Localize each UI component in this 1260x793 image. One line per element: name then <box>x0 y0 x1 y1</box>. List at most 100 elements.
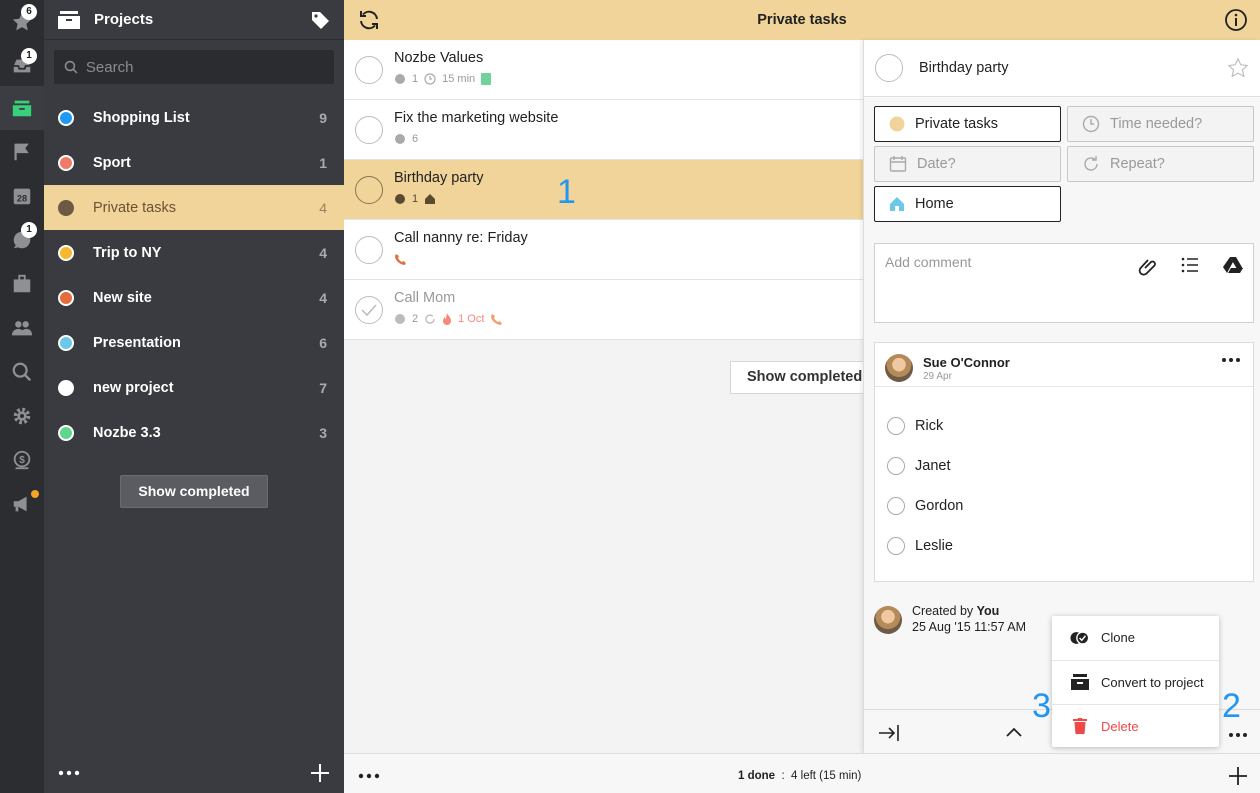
comment-author-row: Sue O'Connor 29 Apr <box>875 343 1253 387</box>
comment-count: 6 <box>412 133 419 145</box>
repeat-icon <box>425 314 435 324</box>
project-item[interactable]: Presentation 6 <box>44 320 344 365</box>
search-box[interactable] <box>54 50 334 84</box>
projects-box-icon <box>58 10 80 29</box>
sidebar-show-completed-button[interactable]: Show completed <box>120 475 268 508</box>
project-item[interactable]: Sport 1 <box>44 140 344 185</box>
project-dot-icon <box>889 116 905 132</box>
task-row[interactable]: Call nanny re: Friday <box>344 220 863 280</box>
search-input[interactable] <box>85 58 324 76</box>
more-icon[interactable] <box>58 770 80 776</box>
project-item[interactable]: Trip to NY 4 <box>44 230 344 275</box>
rail-team[interactable] <box>0 306 44 350</box>
chevron-up-icon[interactable] <box>1005 726 1023 738</box>
detail-task-title[interactable]: Birthday party <box>919 60 1008 76</box>
rail-comments[interactable]: 1 <box>0 218 44 262</box>
context-button[interactable]: Home <box>874 186 1061 222</box>
task-row[interactable]: Fix the marketing website 6 <box>344 100 863 160</box>
checklist-checkbox[interactable] <box>887 537 905 555</box>
task-row-completed[interactable]: Call Mom 2 1 Oct <box>344 280 863 340</box>
project-item[interactable]: new project 7 <box>44 365 344 410</box>
task-meta: 2 1 Oct <box>394 313 508 325</box>
project-item[interactable]: Nozbe 3.3 3 <box>44 410 344 455</box>
svg-text:$: $ <box>19 455 25 466</box>
project-field-button[interactable]: Private tasks <box>874 106 1061 142</box>
convert-to-project-menu-item[interactable]: Convert to project <box>1052 660 1219 703</box>
clone-icon <box>1070 630 1090 645</box>
repeat-button[interactable]: Repeat? <box>1067 146 1254 182</box>
star-icon[interactable] <box>1227 57 1249 79</box>
checklist-item[interactable]: Leslie <box>887 534 953 558</box>
project-name: Shopping List <box>93 109 190 126</box>
checklist-item[interactable]: Rick <box>887 414 943 438</box>
tag-icon[interactable] <box>310 10 330 30</box>
task-checkbox[interactable] <box>355 56 383 84</box>
add-task-icon[interactable] <box>1228 766 1248 786</box>
task-checkbox-checked[interactable] <box>355 296 383 324</box>
clone-menu-item[interactable]: Clone <box>1052 616 1219 659</box>
task-checkbox[interactable] <box>355 236 383 264</box>
checklist-item[interactable]: Janet <box>887 454 950 478</box>
top-bar: Private tasks <box>344 0 1260 40</box>
google-drive-icon[interactable] <box>1223 256 1243 274</box>
attachment-icon[interactable] <box>1137 256 1157 276</box>
add-comment-box[interactable]: Add comment <box>874 243 1254 323</box>
checklist-checkbox[interactable] <box>887 457 905 475</box>
project-item-active[interactable]: Private tasks 4 <box>44 185 344 230</box>
sync-icon[interactable] <box>357 8 381 32</box>
checklist-checkbox[interactable] <box>887 417 905 435</box>
rail-calendar[interactable]: 28 <box>0 174 44 218</box>
rail-starred[interactable]: 6 <box>0 0 44 44</box>
checklist-item-label: Rick <box>915 418 944 434</box>
project-name: Private tasks <box>93 199 176 216</box>
task-meta <box>394 253 412 265</box>
rail-contexts[interactable] <box>0 262 44 306</box>
collapse-panel-icon[interactable] <box>878 724 900 742</box>
phone-icon <box>395 254 406 265</box>
comment-author: Sue O'Connor <box>923 355 1010 370</box>
checklist-icon[interactable] <box>1181 256 1199 274</box>
checklist-item[interactable]: Gordon <box>887 494 963 518</box>
project-count: 9 <box>319 109 327 126</box>
rail-priority[interactable] <box>0 130 44 174</box>
annotation-label-3: 3 <box>1032 687 1051 725</box>
date-button[interactable]: Date? <box>874 146 1061 182</box>
comment-icon <box>395 194 405 204</box>
avatar <box>874 606 902 634</box>
rail-projects[interactable] <box>0 86 44 130</box>
delete-menu-item[interactable]: Delete <box>1052 704 1219 747</box>
sidebar-footer <box>44 753 344 793</box>
rail-billing[interactable]: $ <box>0 438 44 482</box>
task-status-summary: 1 done : 4 left (15 min) <box>738 770 861 782</box>
more-icon[interactable] <box>1221 357 1241 363</box>
task-row[interactable]: Nozbe Values 1 15 min <box>344 40 863 100</box>
info-icon[interactable] <box>1224 8 1248 32</box>
show-completed-button[interactable]: Show completed <box>730 361 870 394</box>
task-checkbox[interactable] <box>355 116 383 144</box>
home-icon <box>425 194 436 204</box>
rail-news[interactable] <box>0 482 44 526</box>
comment-count: 2 <box>412 313 419 325</box>
checklist-checkbox[interactable] <box>887 497 905 515</box>
project-item[interactable]: New site 4 <box>44 275 344 320</box>
task-meta: 6 <box>394 133 424 145</box>
more-icon[interactable] <box>1228 732 1248 738</box>
calendar-icon <box>889 156 907 172</box>
time-needed-button[interactable]: Time needed? <box>1067 106 1254 142</box>
project-item[interactable]: Shopping List 9 <box>44 95 344 140</box>
task-meta: 1 <box>394 193 442 205</box>
task-checkbox[interactable] <box>355 176 383 204</box>
rail-inbox[interactable]: 1 <box>0 44 44 88</box>
detail-task-checkbox[interactable] <box>875 54 903 82</box>
add-project-icon[interactable] <box>310 763 330 783</box>
project-color-dot <box>58 379 74 396</box>
rail-settings[interactable] <box>0 394 44 438</box>
icon-rail: 6 1 28 1 $ <box>0 0 44 793</box>
clock-icon <box>1082 115 1100 133</box>
task-name: Fix the marketing website <box>394 110 559 126</box>
more-icon[interactable] <box>358 773 380 779</box>
rail-search[interactable] <box>0 350 44 394</box>
news-dot <box>31 490 39 498</box>
comment-tools <box>1113 256 1243 276</box>
task-row-selected[interactable]: Birthday party 1 1 <box>344 160 863 220</box>
